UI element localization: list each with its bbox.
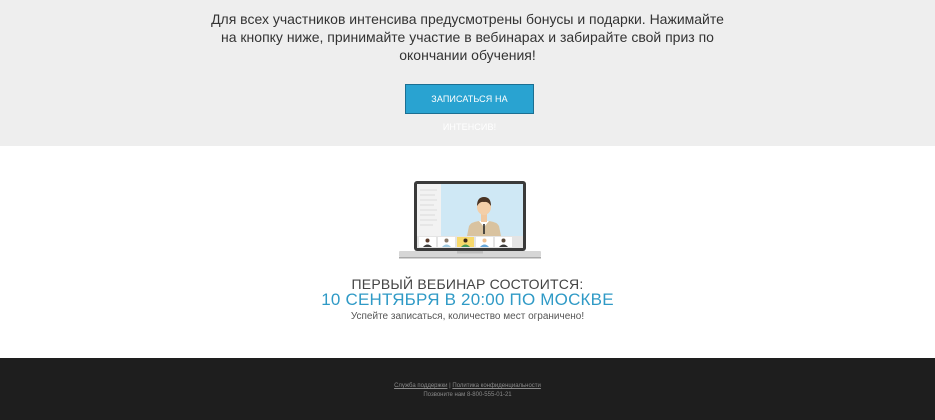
bonus-description-line: окончании обучения! xyxy=(399,47,536,63)
webinar-date-heading: 10 СЕНТЯБРЯ В 20:00 ПО МОСКВЕ xyxy=(321,290,614,309)
webinar-limited-note: Успейте записаться, количество мест огра… xyxy=(350,311,585,322)
footer-links: Служба поддержки | Политика конфиденциал… xyxy=(0,383,935,389)
webinar-section: ПЕРВЫЙ ВЕБИНАР СОСТОИТСЯ: 10 СЕНТЯБРЯ В … xyxy=(0,146,935,358)
footer: Служба поддержки | Политика конфиденциал… xyxy=(0,358,935,420)
bonus-description: Для всех участников интенсива предусмотр… xyxy=(180,10,755,64)
bonus-description-line: Для всех участников интенсива предусмотр… xyxy=(211,11,724,27)
bonus-description-line: на кнопку ниже, принимайте участие в веб… xyxy=(221,29,714,45)
footer-phone: Позвоните нам 8-800-555-01-21 xyxy=(423,392,512,398)
signup-intensive-button[interactable]: ЗАПИСАТЬСЯ НА ИНТЕНСИВ! xyxy=(405,84,534,132)
bonus-section: Для всех участников интенсива предусмотр… xyxy=(0,0,935,146)
support-link[interactable]: Служба поддержки xyxy=(394,383,447,389)
privacy-policy-link[interactable]: Политика конфиденциальности xyxy=(452,383,541,389)
laptop-webinar-illustration xyxy=(399,181,541,259)
